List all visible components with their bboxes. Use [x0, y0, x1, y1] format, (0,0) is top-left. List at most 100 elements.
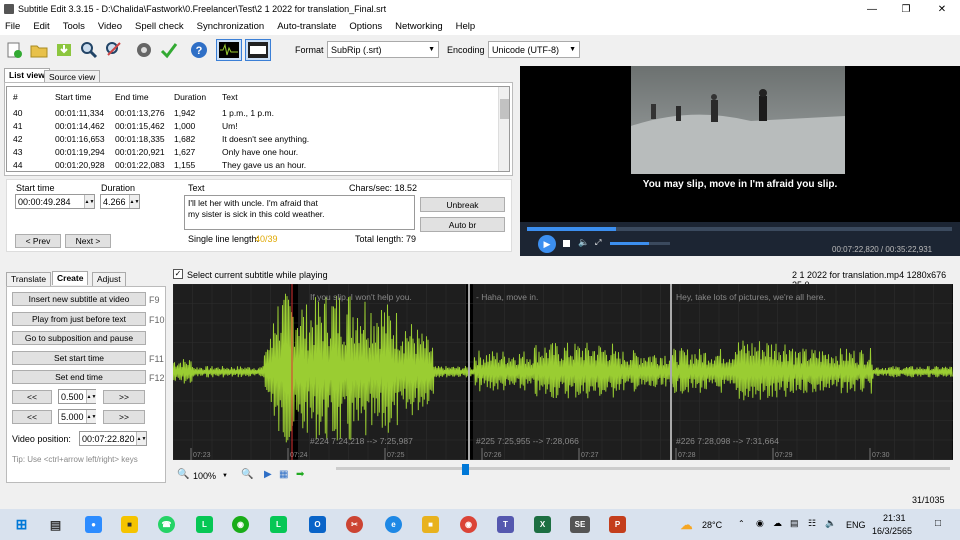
fullscreen-icon[interactable]: ⤢	[595, 238, 601, 248]
maximize-button[interactable]: ❐	[889, 0, 923, 18]
wifi-icon[interactable]: ☷	[808, 518, 816, 529]
table-row[interactable]: 44 00:01:20,928 00:01:22,083 1,155 They …	[7, 159, 499, 172]
table-row[interactable]: 42 00:01:16,653 00:01:18,335 1,682 It do…	[7, 133, 499, 146]
forward-small-button[interactable]: >>	[103, 390, 145, 404]
visual-sync-icon[interactable]	[133, 39, 155, 61]
menu-file[interactable]: File	[0, 21, 25, 32]
save-icon[interactable]	[53, 39, 75, 61]
stop-icon[interactable]	[563, 240, 570, 247]
menu-networking[interactable]: Networking	[390, 21, 448, 32]
minimize-button[interactable]: —	[855, 0, 889, 18]
notification-icon[interactable]: □	[935, 518, 941, 529]
subtitle-edit-icon[interactable]: SE	[570, 516, 590, 533]
waveform-toggle-icon[interactable]	[216, 39, 242, 61]
camera-icon[interactable]: ◉	[756, 518, 764, 529]
menu-spell-check[interactable]: Spell check	[130, 21, 189, 32]
back-small-button[interactable]: <<	[12, 390, 52, 404]
table-row[interactable]: 40 00:01:11,334 00:01:13,276 1,942 1 p.m…	[7, 107, 499, 120]
select-current-checkbox[interactable]: ✓	[173, 269, 183, 279]
line-app-2-icon[interactable]: L	[270, 516, 287, 533]
play-icon[interactable]: ▶	[538, 235, 556, 253]
start-time-input[interactable]: 00:00:49.284	[15, 194, 95, 209]
video-toggle-icon[interactable]	[245, 39, 271, 61]
scrollbar-thumb[interactable]	[500, 99, 509, 119]
forward-large-button[interactable]: >>	[103, 410, 145, 424]
encoding-select[interactable]: Unicode (UTF-8) ▼	[488, 41, 580, 58]
input-language[interactable]: ENG	[846, 520, 866, 530]
zoom-app-icon[interactable]: ●	[85, 516, 102, 533]
zoom-in-icon[interactable]: 🔍	[241, 469, 253, 480]
step-small-spinner[interactable]: ▲▼	[86, 390, 96, 403]
back-large-button[interactable]: <<	[12, 410, 52, 424]
grid-icon[interactable]: ▦	[279, 469, 288, 480]
zoom-select[interactable]: 100% ▼	[193, 469, 237, 483]
col-duration[interactable]: Duration	[174, 92, 206, 102]
zoom-out-icon[interactable]: 🔍	[177, 469, 189, 480]
subtitle-list[interactable]: # Start time End time Duration Text 40 0…	[6, 86, 510, 172]
outlook-icon[interactable]: O	[309, 516, 326, 533]
new-file-icon[interactable]	[3, 39, 25, 61]
replace-icon[interactable]	[103, 39, 125, 61]
open-folder-icon[interactable]	[28, 39, 50, 61]
weather-icon[interactable]: ☁	[678, 516, 695, 533]
play-selection-icon[interactable]: ▶	[264, 469, 272, 480]
sticky-notes-icon[interactable]: ■	[121, 516, 138, 533]
goto-subposition-button[interactable]: Go to subposition and pause	[12, 331, 146, 345]
menu-auto-translate[interactable]: Auto-translate	[272, 21, 341, 32]
auto-br-button[interactable]: Auto br	[420, 217, 505, 232]
arrows-icon[interactable]: ➡	[296, 469, 304, 480]
unbreak-button[interactable]: Unbreak	[420, 197, 505, 212]
menu-help[interactable]: Help	[451, 21, 481, 32]
teams-icon[interactable]: T	[497, 516, 514, 533]
menu-synchronization[interactable]: Synchronization	[192, 21, 270, 32]
cloud-icon[interactable]: ☁	[773, 518, 782, 529]
task-view-icon[interactable]: ▤	[47, 516, 64, 533]
whatsapp-icon[interactable]: ☎	[158, 516, 175, 533]
insert-subtitle-button[interactable]: Insert new subtitle at video	[12, 292, 146, 306]
find-icon[interactable]	[78, 39, 100, 61]
volume-icon[interactable]: 🔈	[825, 518, 836, 529]
menu-tools[interactable]: Tools	[58, 21, 90, 32]
network-icon[interactable]: ▤	[790, 518, 799, 529]
waveform-position-thumb[interactable]	[462, 464, 469, 475]
col-text[interactable]: Text	[222, 92, 238, 102]
clock-time[interactable]: 21:31	[883, 513, 906, 523]
file-explorer-icon[interactable]: ■	[422, 516, 439, 533]
subtitle-text-area[interactable]: I'll let her with uncle. I'm afraid that…	[184, 195, 415, 230]
excel-icon[interactable]: X	[534, 516, 551, 533]
tray-chevron-icon[interactable]: ⌃	[738, 519, 745, 528]
line-app-icon[interactable]: L	[196, 516, 213, 533]
col-start[interactable]: Start time	[55, 92, 91, 102]
start-time-spinner[interactable]: ▲▼	[84, 195, 94, 208]
video-position-spinner[interactable]: ▲▼	[136, 432, 146, 445]
set-end-button[interactable]: Set end time	[12, 370, 146, 384]
set-start-button[interactable]: Set start time	[12, 351, 146, 365]
help-icon[interactable]: ?	[188, 39, 210, 61]
speaker-icon[interactable]: 🔈	[578, 237, 589, 248]
waveform[interactable]: 07:23 07:24 07:25 07:26 07:27 07:28 07:29 07:30…	[173, 284, 953, 460]
prev-button[interactable]: < Prev	[15, 234, 61, 248]
menu-video[interactable]: Video	[93, 21, 127, 32]
duration-spinner[interactable]: ▲▼	[129, 195, 139, 208]
menu-options[interactable]: Options	[344, 21, 387, 32]
next-button[interactable]: Next >	[65, 234, 111, 248]
chrome-icon[interactable]: ◉	[460, 516, 477, 533]
waveform-position-track[interactable]	[336, 467, 950, 470]
wechat-icon[interactable]: ◉	[232, 516, 249, 533]
spell-check-icon[interactable]	[158, 39, 180, 61]
snip-tool-icon[interactable]: ✂	[346, 516, 363, 533]
tab-create[interactable]: Create	[52, 271, 89, 285]
seek-bar[interactable]	[527, 227, 952, 231]
tab-translate[interactable]: Translate	[6, 272, 52, 286]
format-select[interactable]: SubRip (.srt) ▼	[327, 41, 439, 58]
play-before-button[interactable]: Play from just before text	[12, 312, 146, 326]
tab-adjust[interactable]: Adjust	[92, 272, 126, 286]
step-large-spinner[interactable]: ▲▼	[86, 410, 96, 423]
start-icon[interactable]: ⊞	[13, 516, 30, 533]
table-row[interactable]: 41 00:01:14,462 00:01:15,462 1,000 Um!	[7, 120, 499, 133]
edge-icon[interactable]: e	[385, 516, 402, 533]
col-end[interactable]: End time	[115, 92, 149, 102]
col-number[interactable]: #	[13, 92, 18, 102]
volume-bar[interactable]	[610, 242, 670, 245]
table-row[interactable]: 43 00:01:19,294 00:01:20,921 1,627 Only …	[7, 146, 499, 159]
